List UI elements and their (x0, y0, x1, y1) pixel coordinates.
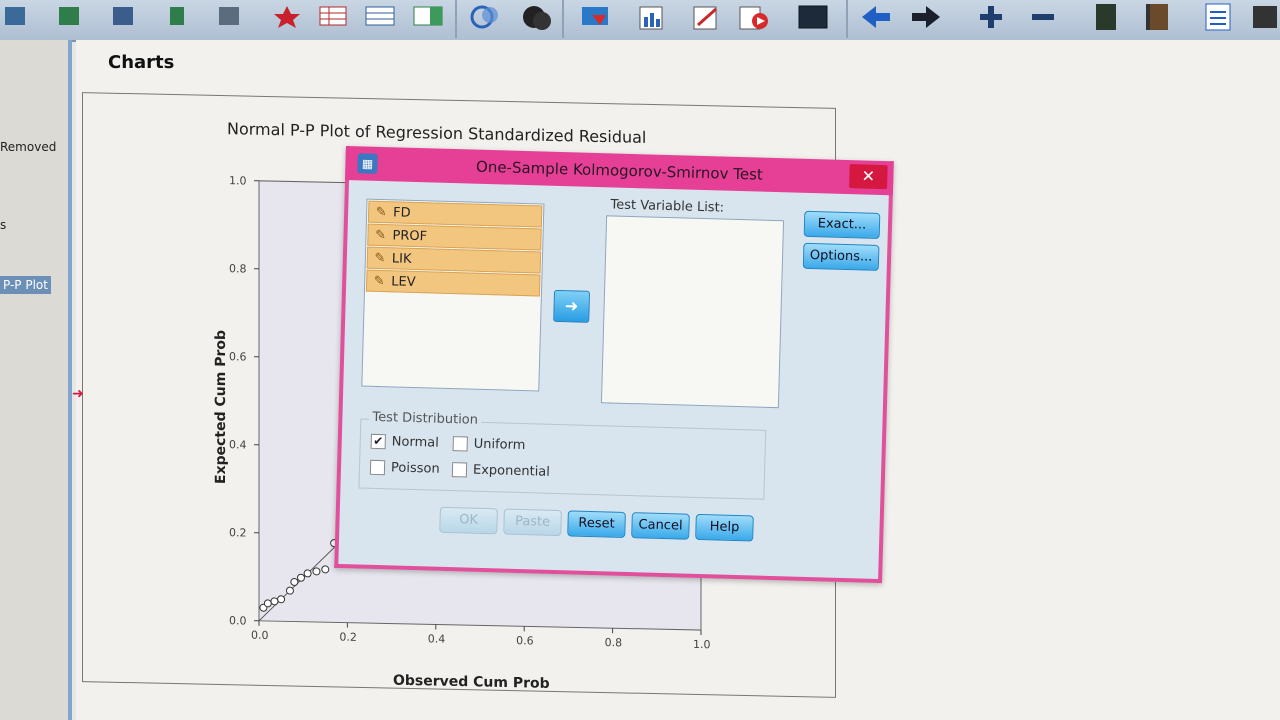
checkbox-icon (452, 436, 468, 452)
options-button[interactable]: Options... (802, 242, 880, 271)
arrow-right-icon: ➜ (564, 296, 579, 316)
y-tick-label: 0.2 (229, 526, 246, 539)
toolbar-icon-2[interactable] (54, 0, 84, 34)
venn-icon[interactable] (468, 0, 504, 34)
edit-document-icon[interactable] (688, 0, 724, 34)
close-button[interactable]: ✕ (849, 164, 888, 190)
source-variable-list[interactable]: ✎ FD ✎ PROF ✎ LIK ✎ LEV (361, 198, 545, 392)
x-tick-label: 0.4 (428, 632, 445, 645)
data-point (312, 567, 321, 576)
x-axis-label: Observed Cum Prob (393, 673, 550, 692)
variable-label: LIK (391, 250, 412, 267)
x-tick-label: 0.8 (605, 636, 622, 649)
variable-item-lev[interactable]: ✎ LEV (365, 269, 541, 297)
data-point (290, 577, 299, 586)
y-tick-label: 0.0 (229, 614, 246, 627)
window-icon[interactable] (1250, 0, 1280, 34)
value-labels-icon[interactable] (576, 0, 616, 34)
y-tick-label: 0.8 (229, 262, 246, 275)
y-tick-label: 0.4 (229, 438, 246, 451)
toolbar-icon-3[interactable] (108, 0, 138, 34)
cancel-button[interactable]: Cancel (631, 512, 690, 540)
poisson-label: Poisson (390, 460, 440, 477)
dialog-title: One-Sample Kolmogorov-Smirnov Test (475, 157, 764, 184)
data-point (321, 565, 330, 574)
bar-chart-icon[interactable] (634, 0, 670, 34)
arrow-left-icon[interactable] (858, 0, 894, 34)
x-tick-label: 0.2 (339, 630, 356, 643)
data-point (270, 597, 279, 606)
checkbox-icon (369, 459, 386, 476)
variable-label: FD (392, 204, 411, 221)
book-icon[interactable] (1088, 0, 1124, 34)
output-outline-pane: Removed s P-P Plot (0, 40, 72, 720)
toolbar-icon-4[interactable] (162, 0, 192, 34)
list-icon[interactable] (1200, 0, 1236, 34)
variable-label: LEV (391, 273, 416, 290)
checkbox-icon (451, 462, 468, 478)
exponential-label: Exponential (472, 462, 551, 480)
charts-heading: Charts (108, 52, 175, 73)
script-run-icon[interactable] (734, 0, 774, 34)
toolbar-icon-1[interactable] (0, 0, 30, 34)
poisson-checkbox[interactable]: Poisson (369, 459, 440, 477)
scale-variable-icon: ✎ (374, 227, 387, 243)
data-point (277, 595, 286, 604)
x-tick-label: 0.6 (516, 634, 533, 647)
x-tick-label: 1.0 (693, 638, 710, 651)
minus-icon[interactable] (1026, 0, 1060, 34)
table-icon[interactable] (316, 0, 350, 34)
toolbar-icon-5[interactable] (214, 0, 244, 34)
normal-label: Normal (391, 434, 439, 451)
data-point (285, 586, 294, 595)
move-right-button[interactable]: ➜ (553, 289, 591, 323)
data-point (303, 569, 312, 578)
table-icon-2[interactable] (362, 0, 398, 34)
test-distribution-group: Test Distribution ✔ Normal Uniform Poisso… (358, 409, 767, 500)
checkbox-checked-icon: ✔ (370, 433, 386, 450)
help-button[interactable]: Help (695, 513, 754, 542)
data-point (263, 599, 272, 608)
ok-button[interactable]: OK (439, 506, 498, 535)
notebook-icon[interactable] (1140, 0, 1176, 34)
outline-item-pp-plot-label: P-P Plot (0, 276, 51, 294)
normal-checkbox[interactable]: ✔ Normal (370, 433, 439, 451)
test-variable-label: Test Variable List: (610, 197, 725, 216)
reset-button[interactable]: Reset (567, 510, 626, 538)
monitor-icon[interactable] (794, 0, 832, 34)
scale-variable-icon: ✎ (375, 204, 387, 220)
x-tick-label: 0.0 (251, 629, 268, 642)
scale-variable-icon: ✎ (373, 273, 385, 289)
toolbar-icon-6[interactable] (270, 0, 304, 34)
uniform-label: Uniform (473, 436, 526, 454)
circles-icon[interactable] (518, 0, 554, 34)
outline-item-s[interactable]: s (0, 218, 6, 232)
scale-variable-icon: ✎ (374, 250, 386, 266)
outline-item-pp-plot[interactable]: P-P Plot (0, 276, 51, 294)
plus-icon[interactable] (974, 0, 1008, 34)
arrow-right-icon[interactable] (908, 0, 944, 34)
variable-label: PROF (392, 227, 428, 244)
outline-item-removed[interactable]: Removed (0, 140, 56, 154)
frame-handle-arrow[interactable]: ➜ (72, 386, 84, 402)
data-point (296, 573, 305, 582)
exponential-checkbox[interactable]: Exponential (451, 462, 551, 480)
main-toolbar (0, 0, 1280, 42)
ks-test-dialog: ▦ One-Sample Kolmogorov-Smirnov Test ✕ ✎… (334, 146, 894, 584)
uniform-checkbox[interactable]: Uniform (452, 436, 526, 454)
y-tick-label: 1.0 (229, 174, 246, 187)
plot-title: Normal P-P Plot of Regression Standardiz… (227, 119, 646, 147)
exact-button[interactable]: Exact... (803, 210, 881, 239)
paste-button[interactable]: Paste (503, 508, 562, 537)
y-axis-label: Expected Cum Prob (213, 330, 229, 484)
test-distribution-legend: Test Distribution (369, 409, 482, 428)
test-variable-list[interactable] (600, 215, 785, 409)
y-tick-label: 0.6 (229, 350, 246, 363)
split-table-icon[interactable] (410, 0, 446, 34)
